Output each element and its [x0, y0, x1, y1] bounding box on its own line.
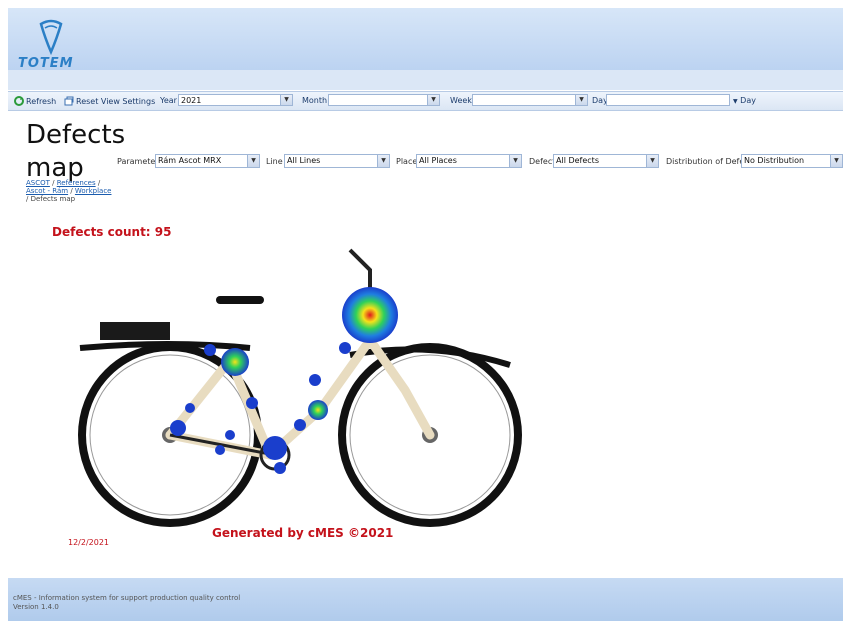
defect-dropdown-icon[interactable]: ▼ — [646, 155, 658, 167]
place-value: All Places — [419, 156, 457, 165]
reset-view-label: Reset View Settings — [76, 97, 156, 106]
week-label: Week — [450, 96, 472, 105]
generated-by-label: Generated by cMES ©2021 — [212, 526, 394, 540]
header-sub-band — [8, 70, 843, 90]
day-picker-button[interactable]: ▼ Day — [733, 96, 756, 105]
parameter-dropdown-icon[interactable]: ▼ — [247, 155, 259, 167]
map-date: 12/2/2021 — [68, 538, 110, 547]
breadcrumb-current: Defects map — [30, 195, 76, 203]
day-picker-arrow-icon: ▼ — [733, 98, 738, 105]
refresh-label: Refresh — [26, 97, 57, 106]
month-dropdown-icon[interactable]: ▼ — [427, 95, 439, 105]
parameter-select[interactable]: Rám Ascot MRX ▼ — [155, 154, 260, 168]
distribution-dropdown-icon[interactable]: ▼ — [830, 155, 842, 167]
breadcrumb-link-ascot-ram[interactable]: Ascot - Rám — [26, 187, 68, 195]
header-band — [8, 8, 843, 70]
breadcrumb-link-references[interactable]: References — [57, 179, 96, 187]
line-dropdown-icon[interactable]: ▼ — [377, 155, 389, 167]
defect-select[interactable]: All Defects ▼ — [553, 154, 659, 168]
place-label: Place — [396, 157, 418, 166]
footer-text: cMES - Information system for support pr… — [13, 594, 240, 612]
year-label: Year — [160, 96, 177, 105]
refresh-icon — [14, 96, 24, 106]
day-input[interactable] — [606, 94, 730, 106]
year-dropdown-icon[interactable]: ▼ — [280, 95, 292, 105]
distribution-value: No Distribution — [744, 156, 805, 165]
defect-value: All Defects — [556, 156, 599, 165]
bike-defect-heatmap — [78, 248, 522, 527]
breadcrumb-link-ascot[interactable]: ASCOT — [26, 179, 50, 187]
line-value: All Lines — [287, 156, 321, 165]
month-label: Month — [302, 96, 328, 105]
page-title-line1: Defects — [26, 120, 126, 150]
page-title: Defects map — [26, 119, 125, 185]
parameter-label: Parameter — [117, 157, 159, 166]
battery-rack — [100, 322, 170, 340]
breadcrumb-link-workplace[interactable]: Workplace — [75, 187, 112, 195]
week-dropdown-icon[interactable]: ▼ — [575, 95, 587, 105]
distribution-select[interactable]: No Distribution ▼ — [741, 154, 843, 168]
defect-label: Defect — [529, 157, 556, 166]
month-select[interactable]: ▼ — [328, 94, 440, 106]
week-select[interactable]: ▼ — [472, 94, 588, 106]
line-select[interactable]: All Lines ▼ — [284, 154, 390, 168]
line-label: Line — [266, 157, 283, 166]
logo-text: TOTEM — [18, 56, 74, 71]
year-select[interactable]: 2021 ▼ — [178, 94, 293, 106]
footer-line1: cMES - Information system for support pr… — [13, 594, 241, 602]
place-dropdown-icon[interactable]: ▼ — [509, 155, 521, 167]
place-select[interactable]: All Places ▼ — [416, 154, 522, 168]
parameter-value: Rám Ascot MRX — [158, 156, 222, 165]
footer-version: Version 1.4.0 — [13, 603, 59, 611]
day-picker-label: Day — [740, 96, 756, 105]
year-value: 2021 — [181, 96, 202, 105]
reset-view-settings-button[interactable]: Reset View Settings — [64, 96, 155, 106]
reset-settings-icon — [64, 96, 74, 106]
toolbar: Refresh Reset View Settings Year 2021 ▼ … — [8, 91, 843, 111]
breadcrumb: ASCOT / References / Ascot - Rám / Workp… — [26, 179, 112, 203]
refresh-button[interactable]: Refresh — [14, 96, 56, 106]
